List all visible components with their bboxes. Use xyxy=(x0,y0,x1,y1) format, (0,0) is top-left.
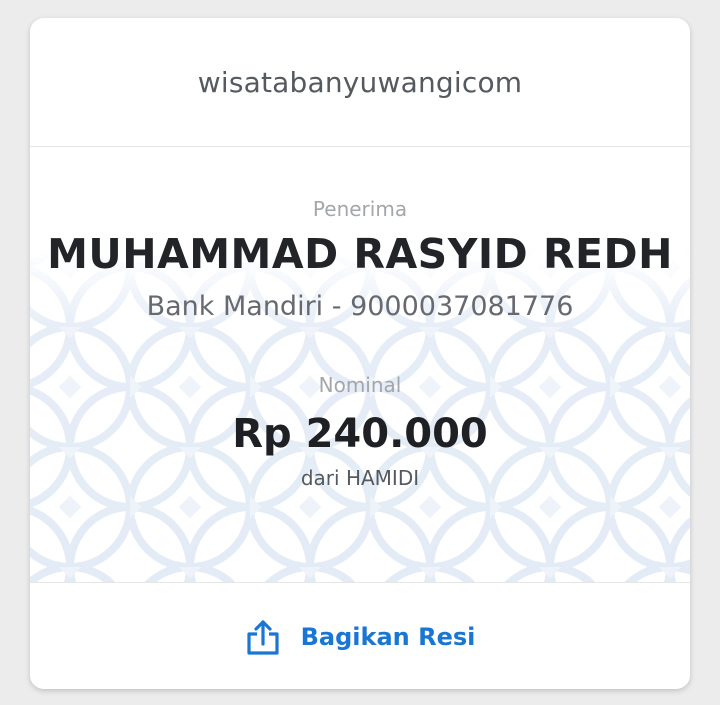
recipient-label: Penerima xyxy=(312,197,408,221)
share-receipt-label: Bagikan Resi xyxy=(300,623,476,651)
receipt-footer: Bagikan Resi xyxy=(30,582,690,689)
site-name: wisatabanyuwangicom xyxy=(197,65,523,99)
receipt-content: Penerima MUHAMMAD RASYID REDH Bank Mandi… xyxy=(30,147,690,491)
receipt-body: Penerima MUHAMMAD RASYID REDH Bank Mandi… xyxy=(30,147,690,582)
sender-name: dari HAMIDI xyxy=(300,466,420,490)
share-icon xyxy=(245,618,281,656)
bank-account-info: Bank Mandiri - 9000037081776 xyxy=(146,291,574,322)
receipt-header: wisatabanyuwangicom xyxy=(30,18,690,147)
nominal-label: Nominal xyxy=(318,373,402,397)
transfer-amount: Rp 240.000 xyxy=(232,411,488,457)
recipient-name: MUHAMMAD RASYID REDH xyxy=(47,230,673,278)
receipt-card: wisatabanyuwangicom Penerima MUHAMMAD RA… xyxy=(30,18,690,689)
share-receipt-button[interactable]: Bagikan Resi xyxy=(245,618,476,656)
